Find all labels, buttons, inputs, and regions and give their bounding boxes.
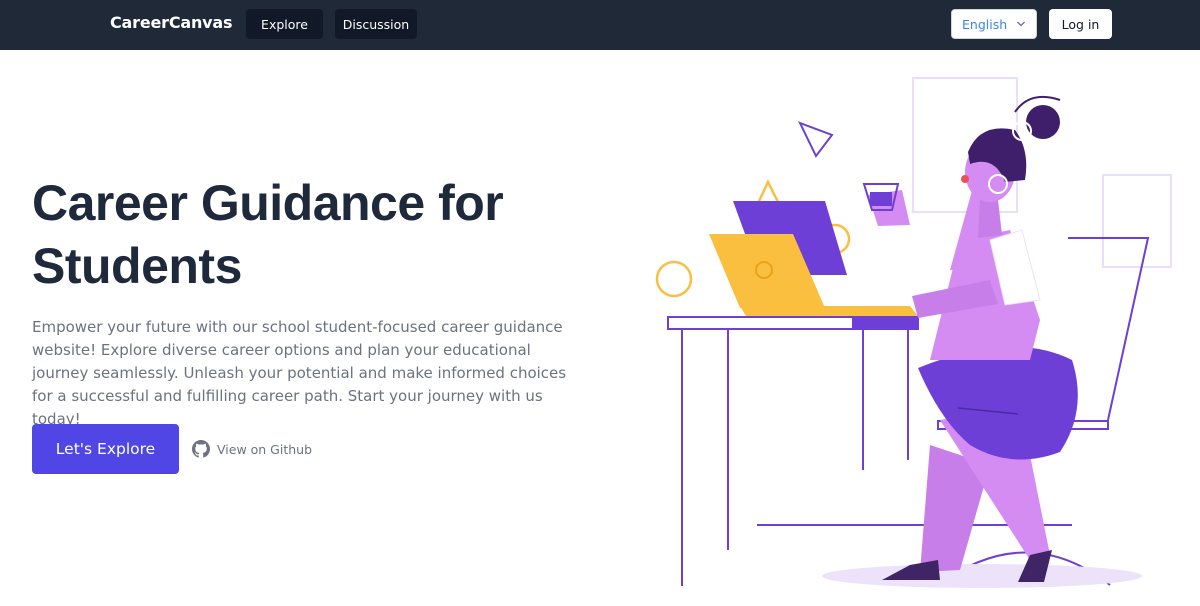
view-on-github-link[interactable]: View on Github [192, 439, 312, 459]
laptop-base [740, 306, 918, 316]
woman-nose [961, 175, 969, 183]
hero-illustration [655, 77, 1172, 588]
nav-discussion-button[interactable]: Discussion [335, 9, 417, 39]
github-icon [192, 440, 210, 458]
language-selected-value: English [962, 16, 1008, 32]
language-select[interactable]: English [951, 9, 1037, 39]
floor-shadow [822, 564, 1142, 588]
page-title: Career Guidance for Students [32, 172, 592, 298]
login-button[interactable]: Log in [1049, 9, 1112, 39]
chair-back [1068, 237, 1150, 421]
desk-top-accent [852, 317, 918, 329]
circle-outline-yellow-left [655, 260, 693, 298]
woman-skirt [918, 346, 1078, 460]
background-frame-small [1102, 174, 1172, 268]
woman-neck [978, 200, 1002, 238]
page-title-line-2: Students [32, 238, 242, 294]
nav-explore-button[interactable]: Explore [246, 9, 323, 39]
brand-logo[interactable]: CareerCanvas [110, 13, 233, 32]
chevron-down-icon [1017, 21, 1025, 27]
hero-description: Empower your future with our school stud… [32, 318, 567, 428]
top-navbar: CareerCanvas Explore Discussion English … [0, 0, 1200, 50]
page-title-line-1: Career Guidance for [32, 175, 504, 231]
view-on-github-label: View on Github [217, 441, 313, 457]
triangle-outline-purple [798, 121, 834, 158]
lets-explore-button[interactable]: Let's Explore [32, 424, 179, 474]
cup-fill [870, 192, 892, 206]
